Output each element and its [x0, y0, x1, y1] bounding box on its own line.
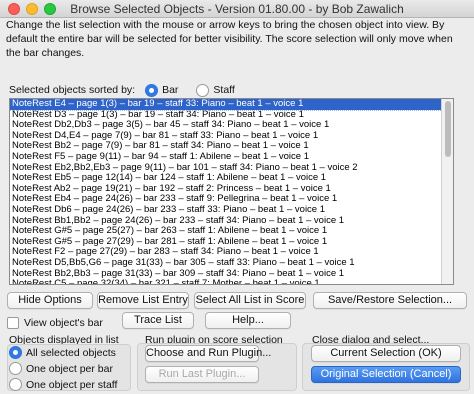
view-objects-bar-checkbox[interactable]: View object's bar	[7, 317, 103, 329]
list-item[interactable]: NoteRest G#5 – page 25(27) – bar 263 – s…	[10, 226, 442, 237]
list-item[interactable]: NoteRest Ab2 – page 19(21) – bar 192 – s…	[10, 184, 442, 195]
view-objects-bar-box[interactable]	[7, 317, 19, 329]
list-item[interactable]: NoteRest D4,E4 – page 7(9) – bar 81 – st…	[10, 131, 442, 142]
list-item[interactable]: NoteRest Bb2,Bb3 – page 31(33) – bar 309…	[10, 269, 442, 280]
all-selected-objects-radio[interactable]	[9, 346, 22, 359]
one-object-per-staff-label: One object per staff	[26, 378, 118, 391]
trace-list-button[interactable]: Trace List	[122, 312, 194, 329]
list-item[interactable]: NoteRest Bb2 – page 7(9) – bar 81 – staf…	[10, 141, 442, 152]
list-item[interactable]: NoteRest E4 – page 1(3) – bar 19 – staff…	[10, 99, 443, 111]
list-item[interactable]: NoteRest F2 – page 27(29) – bar 283 – st…	[10, 247, 442, 258]
one-object-per-bar-radio[interactable]	[9, 362, 22, 375]
view-objects-bar-label: View object's bar	[24, 317, 103, 329]
list-item[interactable]: NoteRest Eb4 – page 24(26) – bar 233 – s…	[10, 194, 442, 205]
list-item[interactable]: NoteRest G#5 – page 27(29) – bar 281 – s…	[10, 237, 442, 248]
list-item[interactable]: NoteRest C5 – page 32(34) – bar 321 – st…	[10, 279, 442, 284]
window-title: Browse Selected Objects - Version 01.80.…	[70, 2, 404, 16]
run-last-plugin-button: Run Last Plugin...	[145, 366, 259, 383]
sort-by-bar-radio[interactable]	[145, 83, 159, 97]
current-selection-ok-button[interactable]: Current Selection (OK)	[311, 345, 461, 362]
sort-by-staff-radio[interactable]	[196, 83, 210, 97]
sort-by-bar-option[interactable]: Bar	[145, 83, 179, 97]
list-vertical-scrollbar[interactable]	[441, 99, 453, 284]
selected-objects-list[interactable]: NoteRest E4 – page 1(3) – bar 19 – staff…	[9, 98, 454, 285]
original-selection-cancel-button[interactable]: Original Selection (Cancel)	[311, 366, 461, 383]
list-item[interactable]: NoteRest Bb1,Bb2 – page 24(26) – bar 233…	[10, 216, 442, 227]
one-object-per-bar-label: One object per bar	[26, 362, 113, 375]
list-item[interactable]: NoteRest Eb5 – page 12(14) – bar 124 – s…	[10, 173, 442, 184]
sort-by-staff-label: Staff	[213, 84, 235, 96]
choose-and-run-plugin-button[interactable]: Choose and Run Plugin...	[145, 345, 271, 362]
list-item[interactable]: NoteRest Db6 – page 24(26) – bar 233 – s…	[10, 205, 442, 216]
one-object-per-staff-radio[interactable]	[9, 378, 22, 391]
title-bar: Browse Selected Objects - Version 01.80.…	[0, 0, 474, 18]
remove-list-entry-button[interactable]: Remove List Entry	[97, 292, 189, 309]
list-item[interactable]: NoteRest Db2,Db3 – page 3(5) – bar 45 – …	[10, 120, 442, 131]
instructions-text: Change the list selection with the mouse…	[6, 19, 453, 59]
list-item[interactable]: NoteRest Eb2,Bb2,Eb3 – page 9(11) – bar …	[10, 163, 442, 174]
sort-row: Selected objects sorted by: Bar Staff	[9, 82, 235, 98]
scrollbar-thumb[interactable]	[445, 101, 451, 157]
save-restore-selection-button[interactable]: Save/Restore Selection...	[313, 292, 467, 309]
list-rows: NoteRest E4 – page 1(3) – bar 19 – staff…	[10, 99, 443, 284]
one-object-per-staff-option[interactable]: One object per staff	[9, 378, 117, 391]
sort-by-staff-option[interactable]: Staff	[196, 83, 235, 97]
help-button[interactable]: Help...	[205, 312, 291, 329]
select-all-list-in-score-button[interactable]: Select All List in Score	[194, 292, 306, 309]
sort-by-bar-label: Bar	[162, 84, 179, 96]
sort-label: Selected objects sorted by:	[9, 84, 136, 96]
hide-options-button[interactable]: Hide Options	[7, 292, 93, 309]
one-object-per-bar-option[interactable]: One object per bar	[9, 362, 113, 375]
all-selected-objects-label: All selected objects	[26, 346, 116, 359]
list-item[interactable]: NoteRest D5,Bb5,G6 – page 31(33) – bar 3…	[10, 258, 442, 269]
list-item[interactable]: NoteRest F5 – page 9(11) – bar 94 – staf…	[10, 152, 442, 163]
all-selected-objects-option[interactable]: All selected objects	[9, 346, 116, 359]
list-item[interactable]: NoteRest D3 – page 1(3) – bar 19 – staff…	[10, 110, 442, 121]
